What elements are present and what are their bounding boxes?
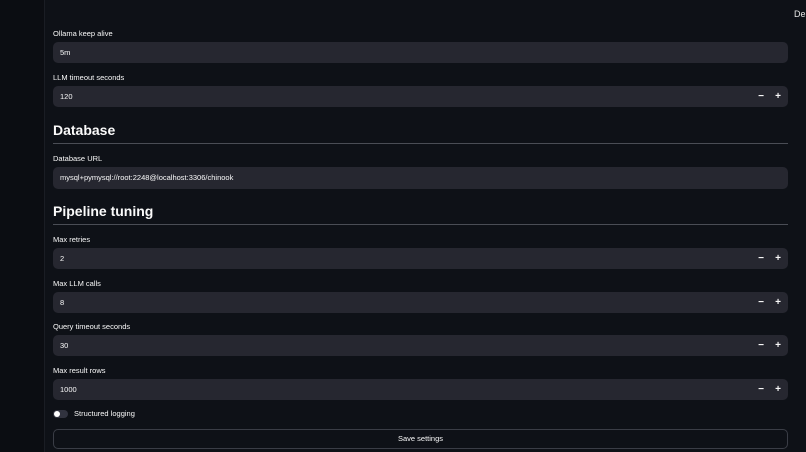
decrement-button[interactable]: − (757, 292, 765, 313)
field-label-max-llm-calls: Max LLM calls (53, 279, 101, 288)
structured-logging-label: Structured logging (74, 409, 135, 418)
field-label-max-retries: Max retries (53, 235, 91, 244)
max-llm-calls-input[interactable]: 8 − + (53, 292, 788, 313)
llm-timeout-input[interactable]: 120 − + (53, 86, 788, 107)
structured-logging-row: Structured logging (53, 409, 135, 418)
decrement-button[interactable]: − (757, 379, 765, 400)
toggle-knob (54, 410, 60, 417)
ollama-keep-alive-input[interactable]: 5m (53, 42, 788, 63)
increment-button[interactable]: + (774, 335, 782, 356)
section-divider (53, 143, 788, 144)
decrement-button[interactable]: − (757, 335, 765, 356)
decrement-button[interactable]: − (757, 86, 765, 107)
field-label-llm-timeout: LLM timeout seconds (53, 73, 125, 82)
structured-logging-toggle[interactable] (53, 409, 68, 418)
increment-button[interactable]: + (774, 86, 782, 107)
query-timeout-value: 30 (60, 341, 69, 350)
section-divider (53, 224, 788, 225)
field-label-ollama-keep-alive: Ollama keep alive (53, 29, 113, 38)
increment-button[interactable]: + (774, 379, 782, 400)
save-settings-button[interactable]: Save settings (53, 429, 788, 449)
field-label-max-result-rows: Max result rows (53, 366, 106, 375)
database-heading: Database (53, 122, 116, 138)
field-label-query-timeout: Query timeout seconds (53, 322, 131, 331)
max-retries-value: 2 (60, 254, 65, 263)
max-llm-calls-value: 8 (60, 298, 65, 307)
field-label-database-url: Database URL (53, 154, 103, 163)
llm-timeout-value: 120 (60, 92, 73, 101)
max-result-rows-value: 1000 (60, 385, 77, 394)
increment-button[interactable]: + (774, 248, 782, 269)
increment-button[interactable]: + (774, 292, 782, 313)
query-timeout-input[interactable]: 30 − + (53, 335, 788, 356)
max-retries-input[interactable]: 2 − + (53, 248, 788, 269)
database-url-value: mysql+pymysql://root:2248@localhost:3306… (60, 173, 234, 182)
database-url-input[interactable]: mysql+pymysql://root:2248@localhost:3306… (53, 167, 788, 189)
deploy-button[interactable]: Deploy (794, 9, 806, 19)
ollama-keep-alive-value: 5m (60, 48, 71, 57)
left-sidebar-edge (0, 0, 45, 452)
pipeline-tuning-heading: Pipeline tuning (53, 203, 154, 219)
decrement-button[interactable]: − (757, 248, 765, 269)
max-result-rows-input[interactable]: 1000 − + (53, 379, 788, 400)
